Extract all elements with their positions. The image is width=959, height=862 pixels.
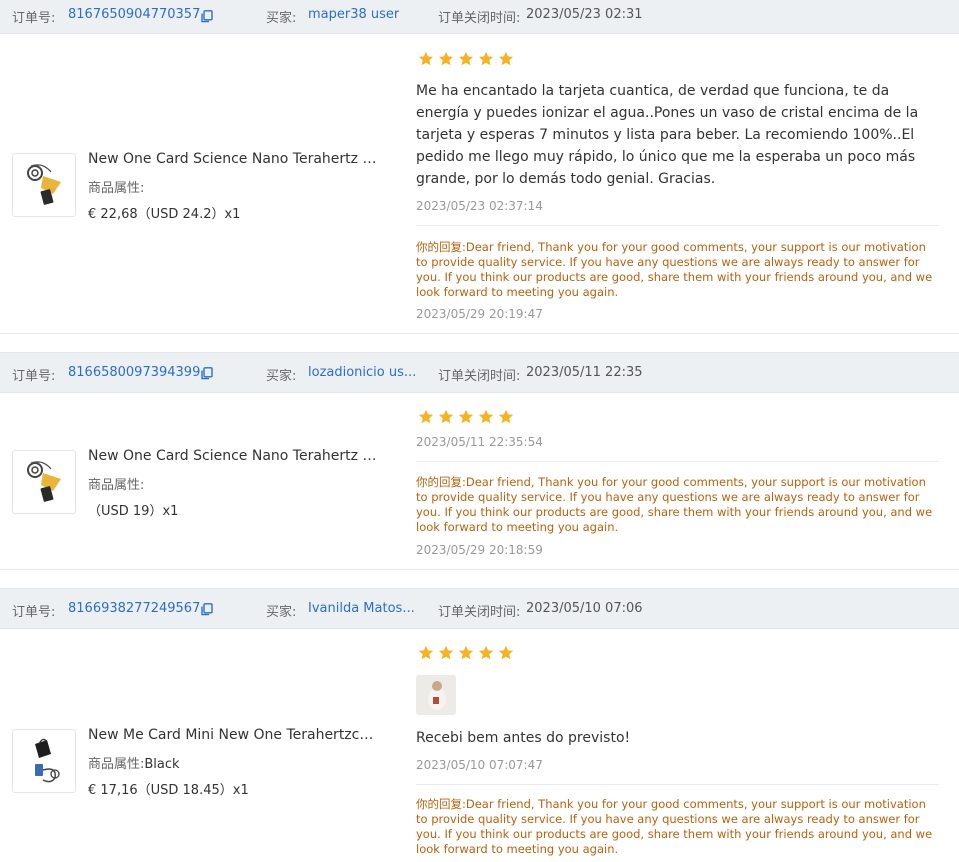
copy-icon[interactable] xyxy=(201,10,213,23)
product-name[interactable]: New One Card Science Nano Terahertz T... xyxy=(88,448,380,464)
order-no-label: 订单号: xyxy=(12,369,56,384)
order-id-link[interactable]: 8166938277249567 xyxy=(68,601,200,616)
buyer-label: 买家: xyxy=(266,11,297,26)
order-no-label: 订单号: xyxy=(12,11,56,26)
seller-reply: 你的回复:Dear friend, Thank you for your goo… xyxy=(416,475,939,535)
reply-time: 2023/05/29 20:18:59 xyxy=(416,543,543,557)
reply-text: Dear friend, Thank you for your good com… xyxy=(416,475,933,534)
review-photo[interactable] xyxy=(416,675,456,715)
order-header: 订单号: 8167650904770357 买家: maper38 user 订… xyxy=(0,0,959,34)
product-attribute: 商品属性:Black xyxy=(88,753,180,772)
star-icon xyxy=(498,645,514,660)
product-thumbnail[interactable] xyxy=(12,729,76,793)
reply-label: 你的回复: xyxy=(416,797,466,811)
product-price: € 17,16（USD 18.45）x1 xyxy=(88,783,249,798)
product-image xyxy=(27,164,61,205)
product-name[interactable]: New One Card Science Nano Terahertz T... xyxy=(88,151,380,167)
divider xyxy=(416,784,939,785)
review-time: 2023/05/10 07:07:47 xyxy=(416,758,543,772)
product-price: （USD 19）x1 xyxy=(88,504,179,519)
star-icon xyxy=(438,645,454,660)
seller-reply: 你的回复:Dear friend, Thank you for your goo… xyxy=(416,797,939,857)
product-image xyxy=(27,461,61,502)
star-icon xyxy=(418,409,434,424)
star-icon xyxy=(458,645,474,660)
order-row: New One Card Science Nano Terahertz T...… xyxy=(0,393,959,570)
star-icon xyxy=(478,645,494,660)
divider xyxy=(416,225,939,226)
product-name[interactable]: New Me Card Mini New One Terahertzchi... xyxy=(88,727,380,743)
buyer-label: 买家: xyxy=(266,369,297,384)
star-icon xyxy=(458,409,474,424)
buyer-link[interactable]: maper38 user xyxy=(308,7,399,22)
rating-stars xyxy=(418,409,514,425)
product-thumbnail[interactable] xyxy=(12,153,76,217)
star-icon xyxy=(418,51,434,66)
closed-time-label: 订单关闭时间: xyxy=(438,11,521,26)
closed-time-value: 2023/05/10 07:06 xyxy=(526,601,643,616)
star-icon xyxy=(498,51,514,66)
star-icon xyxy=(478,409,494,424)
attribute-label: 商品属性: xyxy=(88,181,145,196)
reply-label: 你的回复: xyxy=(416,240,466,254)
reply-text: Dear friend, Thank you for your good com… xyxy=(416,797,933,856)
order-header: 订单号: 8166938277249567 买家: Ivanilda Matos… xyxy=(0,588,959,629)
buyer-link[interactable]: Ivanilda Matos... xyxy=(308,601,415,616)
product-image xyxy=(35,738,60,783)
rating-stars xyxy=(418,51,514,67)
order-row: New Me Card Mini New One Terahertzchi...… xyxy=(0,629,959,862)
product-price: € 22,68（USD 24.2）x1 xyxy=(88,207,241,222)
rating-stars xyxy=(418,645,514,661)
reply-time: 2023/05/29 20:19:47 xyxy=(416,307,543,321)
star-icon xyxy=(438,409,454,424)
review-text: Me ha encantado la tarjeta cuantica, de … xyxy=(416,83,919,187)
reply-label: 你的回复: xyxy=(416,475,466,489)
reply-text: Dear friend, Thank you for your good com… xyxy=(416,240,933,299)
review-time: 2023/05/23 02:37:14 xyxy=(416,199,543,213)
order-row: New One Card Science Nano Terahertz T...… xyxy=(0,34,959,334)
buyer-link[interactable]: lozadionicio us... xyxy=(308,365,416,380)
attribute-label: 商品属性: xyxy=(88,478,145,493)
closed-time-label: 订单关闭时间: xyxy=(438,369,521,384)
divider xyxy=(416,461,939,462)
star-icon xyxy=(498,409,514,424)
product-thumbnail[interactable] xyxy=(12,450,76,514)
star-icon xyxy=(478,51,494,66)
star-icon xyxy=(418,645,434,660)
product-attribute: 商品属性: xyxy=(88,474,144,493)
star-icon xyxy=(438,51,454,66)
copy-icon[interactable] xyxy=(201,603,213,616)
seller-reply: 你的回复:Dear friend, Thank you for your goo… xyxy=(416,240,939,300)
order-header: 订单号: 8166580097394399 买家: lozadionicio u… xyxy=(0,352,959,393)
star-icon xyxy=(458,51,474,66)
review-text: Recebi bem antes do previsto! xyxy=(416,730,631,746)
review-photo-image xyxy=(416,675,456,715)
attribute-label: 商品属性: xyxy=(88,757,145,772)
buyer-label: 买家: xyxy=(266,605,297,620)
product-attribute: 商品属性: xyxy=(88,177,144,196)
order-id-link[interactable]: 8166580097394399 xyxy=(68,365,200,380)
order-no-label: 订单号: xyxy=(12,605,56,620)
closed-time-label: 订单关闭时间: xyxy=(438,605,521,620)
copy-icon[interactable] xyxy=(201,367,213,380)
closed-time-value: 2023/05/11 22:35 xyxy=(526,365,643,380)
attribute-value: Black xyxy=(144,757,180,772)
review-time: 2023/05/11 22:35:54 xyxy=(416,435,543,449)
closed-time-value: 2023/05/23 02:31 xyxy=(526,7,643,22)
order-id-link[interactable]: 8167650904770357 xyxy=(68,7,200,22)
